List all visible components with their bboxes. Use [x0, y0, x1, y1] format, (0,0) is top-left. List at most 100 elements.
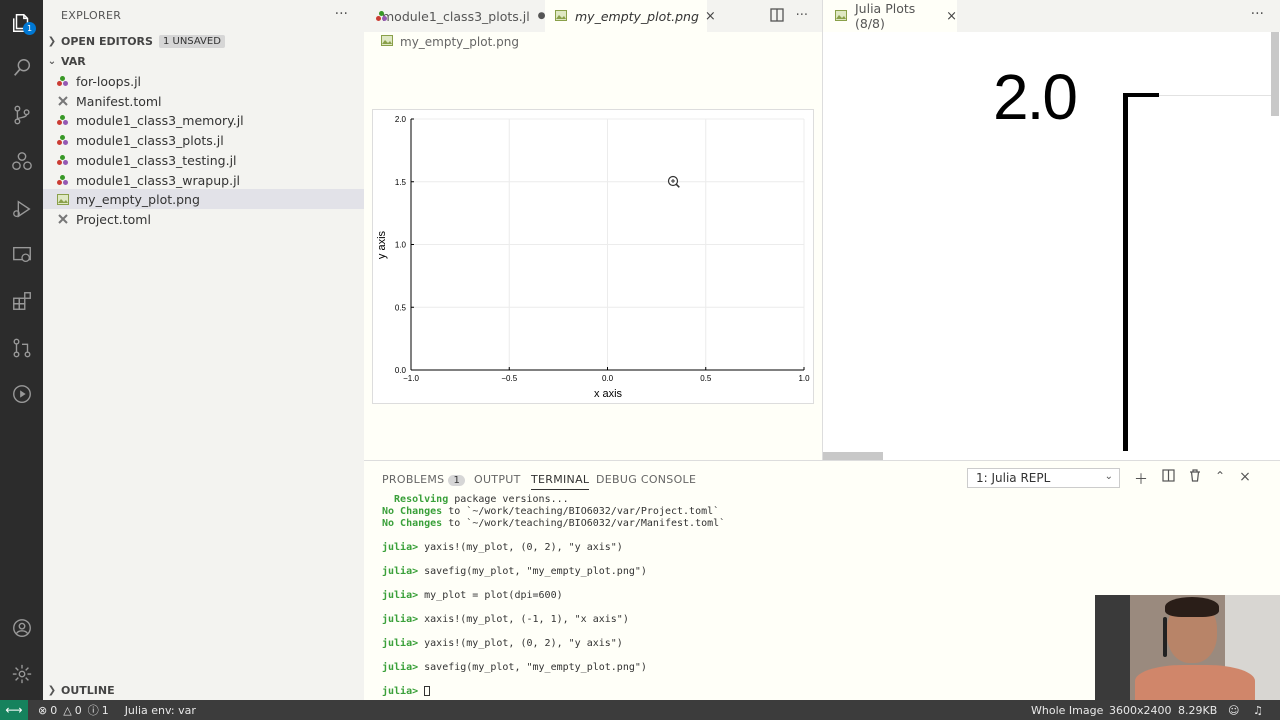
info-icon[interactable]: ⓘ	[88, 702, 99, 718]
terminal-line: julia> savefig(my_plot, "my_empty_plot.p…	[382, 566, 725, 578]
file-item-testing[interactable]: module1_class3_testing.jl	[43, 150, 364, 170]
outline-section[interactable]: ❯ OUTLINE	[43, 680, 364, 700]
zoomed-y-axis-line	[1123, 93, 1128, 451]
terminal-line: No Changes to `~/work/teaching/BIO6032/v…	[382, 518, 725, 530]
terminal-line-prefix: julia>	[382, 662, 419, 673]
more-actions-icon[interactable]: ···	[335, 6, 348, 22]
terminal-line-text: package versions...	[448, 494, 569, 505]
y-tick-label: 2.0	[395, 115, 407, 124]
tab-problems[interactable]: PROBLEMS 1	[382, 473, 466, 486]
info-count[interactable]: 1	[102, 704, 109, 717]
sidebar-title: EXPLORER	[61, 9, 122, 22]
terminal-line: No Changes to `~/work/teaching/BIO6032/v…	[382, 506, 725, 518]
image-dimensions: 3600x2400	[1109, 703, 1172, 717]
run-debug-icon[interactable]	[0, 186, 43, 232]
problems-count-badge: 1	[448, 475, 466, 486]
remote-explorer-icon[interactable]	[0, 232, 43, 278]
zoomed-tick-mark	[1123, 93, 1159, 97]
tab-label: my_empty_plot.png	[575, 8, 699, 24]
play-circle-icon[interactable]	[0, 371, 43, 417]
x-tick-label: 0.5	[700, 374, 712, 383]
chevron-down-icon: ⌄	[1104, 471, 1113, 482]
warning-icon[interactable]: △	[63, 704, 71, 717]
status-bar: ⟷ ⊗ 0 △ 0 ⓘ 1 Julia env: var Whole Image…	[0, 700, 1280, 720]
close-icon[interactable]: ×	[946, 9, 957, 24]
file-item-wrapup[interactable]: module1_class3_wrapup.jl	[43, 170, 364, 190]
terminal-line-prefix: julia>	[382, 590, 419, 601]
zoom-in-icon[interactable]	[667, 175, 680, 188]
more-actions-icon[interactable]: ···	[796, 8, 808, 26]
julia-icon[interactable]	[0, 139, 43, 185]
trash-icon[interactable]	[1189, 469, 1201, 489]
terminal-line: julia> yaxis!(my_plot, (0, 2), "y axis")	[382, 542, 725, 554]
vertical-scrollbar[interactable]	[1271, 32, 1279, 116]
file-item-empty-plot[interactable]: my_empty_plot.png	[43, 189, 364, 209]
pull-request-icon[interactable]	[0, 325, 43, 371]
search-icon[interactable]	[0, 45, 43, 91]
terminal-line-text: my_plot = plot(dpi=600)	[418, 590, 563, 601]
feedback-icon[interactable]: ☺	[1228, 704, 1239, 717]
file-name: Project.toml	[76, 211, 151, 227]
file-item-for-loops[interactable]: for-loops.jl	[43, 71, 364, 91]
horizontal-scrollbar[interactable]	[823, 452, 883, 460]
terminal-line: julia>	[382, 686, 725, 698]
close-panel-icon[interactable]: ×	[1239, 469, 1251, 489]
tab-julia-plots[interactable]: Julia Plots (8/8) ×	[823, 0, 957, 32]
settings-file-icon	[56, 94, 70, 108]
tab-output[interactable]: OUTPUT	[474, 473, 521, 486]
julia-file-icon	[56, 133, 70, 147]
split-editor-icon[interactable]	[769, 8, 784, 26]
split-terminal-icon[interactable]	[1162, 469, 1175, 489]
tab-empty-plot-png[interactable]: my_empty_plot.png ×	[545, 0, 716, 32]
terminal-select[interactable]: 1: Julia REPL ⌄	[967, 468, 1120, 488]
maximize-panel-icon[interactable]: ⌃	[1215, 469, 1225, 489]
more-actions-icon[interactable]: ···	[1251, 6, 1264, 22]
breadcrumb: my_empty_plot.png	[364, 32, 822, 52]
file-item-memory[interactable]: module1_class3_memory.jl	[43, 110, 364, 130]
extensions-icon[interactable]	[0, 278, 43, 324]
julia-env-status[interactable]: Julia env: var	[125, 704, 196, 717]
warning-count[interactable]: 0	[75, 704, 82, 717]
image-file-icon	[381, 35, 393, 49]
file-name: my_empty_plot.png	[76, 191, 200, 207]
file-item-project[interactable]: Project.toml	[43, 209, 364, 229]
source-control-icon[interactable]	[0, 92, 43, 138]
terminal-line-text: yaxis!(my_plot, (0, 2), "y axis")	[418, 542, 623, 553]
terminal-line: julia> yaxis!(my_plot, (0, 2), "y axis")	[382, 638, 725, 650]
settings-gear-icon[interactable]	[0, 651, 43, 697]
terminal-output[interactable]: Resolving package versions... No Changes …	[382, 494, 725, 698]
open-editors-label: OPEN EDITORS	[61, 34, 153, 48]
activity-bar: 1	[0, 0, 43, 700]
file-name: for-loops.jl	[76, 73, 142, 89]
account-icon[interactable]	[0, 605, 43, 651]
y-tick-label: 0.5	[395, 303, 407, 312]
breadcrumb-label[interactable]: my_empty_plot.png	[400, 35, 519, 49]
file-item-manifest[interactable]: Manifest.toml	[43, 91, 364, 111]
terminal-cursor	[424, 686, 431, 696]
tab-terminal[interactable]: TERMINAL	[531, 473, 590, 490]
file-name: module1_class3_testing.jl	[76, 152, 237, 168]
terminal-line-prefix: julia>	[382, 614, 419, 625]
explorer-icon[interactable]: 1	[0, 0, 43, 46]
new-terminal-icon[interactable]: ＋	[1134, 469, 1148, 489]
tab-debug-console[interactable]: DEBUG CONSOLE	[596, 473, 696, 486]
terminal-line-text: to `~/work/teaching/BIO6032/var/Manifest…	[442, 518, 726, 529]
y-tick-label: 1.5	[395, 178, 407, 187]
error-count[interactable]: 0	[50, 704, 57, 717]
folder-label: VAR	[61, 54, 86, 68]
tab-plots-jl[interactable]: module1_class3_plots.jl ●	[364, 0, 546, 32]
zoom-status[interactable]: Whole Image	[1031, 704, 1103, 717]
file-item-plots[interactable]: module1_class3_plots.jl	[43, 130, 364, 150]
folder-section[interactable]: ⌄ VAR	[43, 51, 364, 71]
outline-label: OUTLINE	[61, 683, 115, 697]
error-icon[interactable]: ⊗	[38, 704, 47, 717]
close-icon[interactable]: ×	[705, 9, 716, 24]
notifications-bell-icon[interactable]: ♫	[1253, 704, 1263, 717]
remote-indicator-icon[interactable]: ⟷	[0, 700, 28, 720]
open-editors-section[interactable]: ❯ OPEN EDITORS 1 UNSAVED	[43, 31, 364, 51]
empty-plot-chart: −1.0 −0.5 0.0 0.5 1.00.00.51.01.52.0 x axis …	[376, 115, 810, 400]
